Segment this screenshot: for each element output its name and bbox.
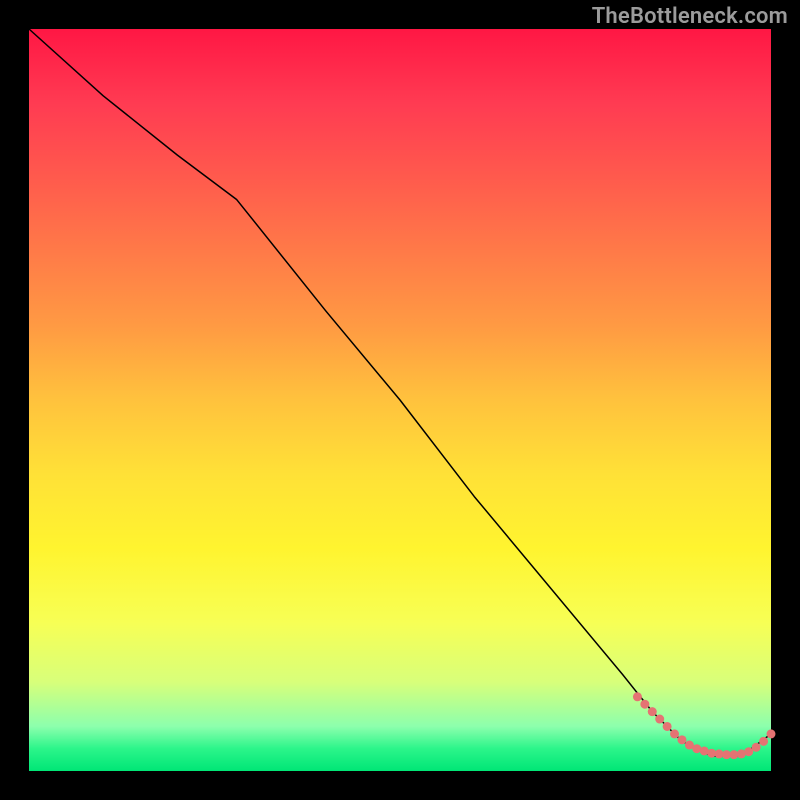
data-point (677, 735, 686, 744)
watermark-text: TheBottleneck.com (592, 4, 788, 29)
data-point (640, 700, 649, 709)
chart-plot-area (29, 29, 771, 771)
data-point (633, 692, 642, 701)
data-point (648, 707, 657, 716)
data-point (655, 715, 664, 724)
data-points (633, 692, 776, 759)
bottleneck-curve (29, 29, 771, 756)
data-point (759, 737, 768, 746)
data-point (752, 743, 761, 752)
chart-svg (29, 29, 771, 771)
data-point (767, 729, 776, 738)
data-point (663, 722, 672, 731)
data-point (670, 729, 679, 738)
